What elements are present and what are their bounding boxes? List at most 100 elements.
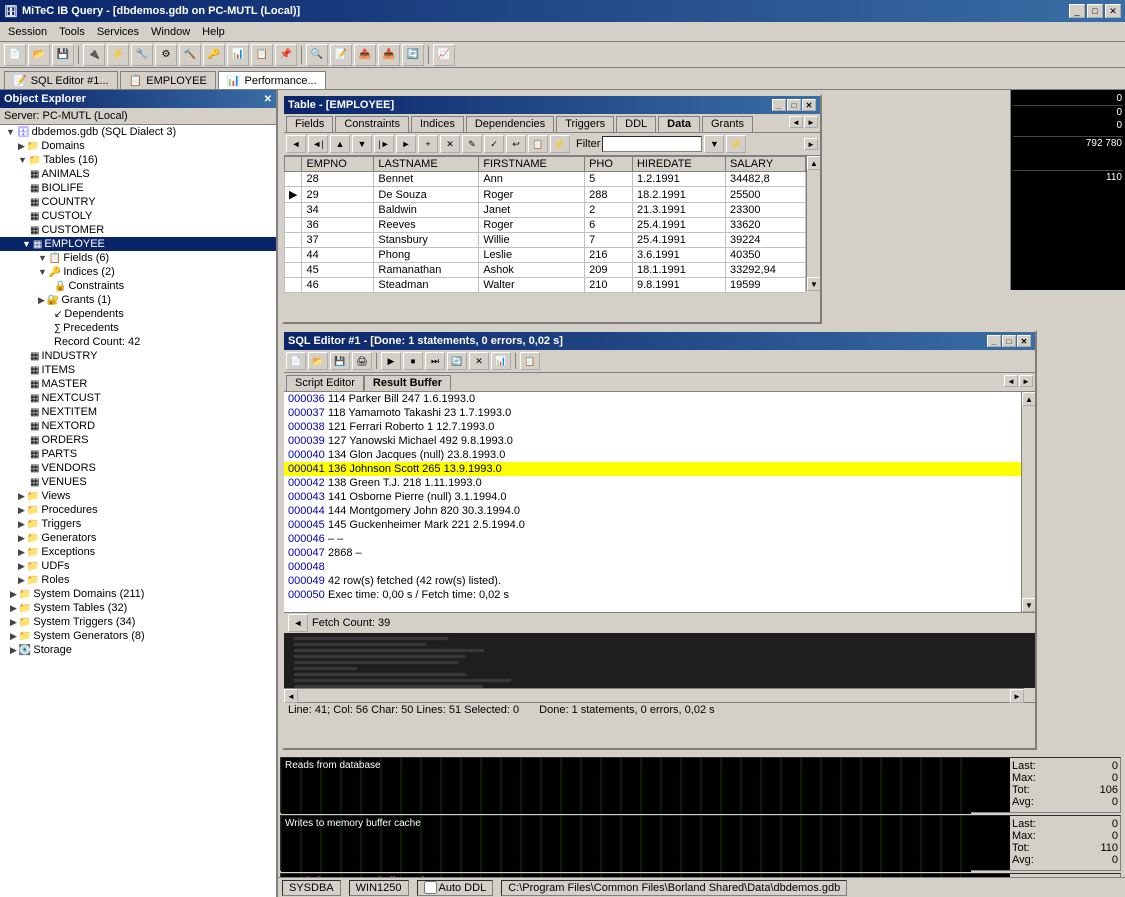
col-pho[interactable]: PHO	[585, 157, 633, 172]
col-lastname[interactable]: LASTNAME	[374, 157, 479, 172]
cell-salary[interactable]: 19599	[725, 278, 805, 293]
toolbar-btn7[interactable]: 📊	[227, 44, 249, 66]
tree-animals[interactable]: ▦ ANIMALS	[0, 167, 276, 181]
cell-hiredate[interactable]: 25.4.1991	[632, 233, 725, 248]
toolbar-btn4[interactable]: ⚙	[155, 44, 177, 66]
tab-sql-editor[interactable]: 📝 SQL Editor #1...	[4, 71, 118, 89]
col-firstname[interactable]: FIRSTNAME	[479, 157, 585, 172]
toolbar-disconnect[interactable]: ⚡	[107, 44, 129, 66]
table-scrollbar-v[interactable]: ▲ ▼	[806, 156, 820, 291]
menu-tools[interactable]: Tools	[53, 24, 91, 40]
tree-grants[interactable]: ▶ 🔐 Grants (1)	[0, 293, 276, 307]
result-list-item[interactable]: 000044144 Montgomery John 820 30.3.1994.…	[284, 504, 1021, 518]
cell-salary[interactable]: 25500	[725, 187, 805, 203]
tree-precedents[interactable]: ∑ Precedents	[0, 321, 276, 335]
toolbar-open[interactable]: 📂	[28, 44, 50, 66]
tab-fields[interactable]: Fields	[286, 116, 333, 132]
tree-tables[interactable]: ▼ 📁 Tables (16)	[0, 153, 276, 167]
result-list-item[interactable]: 000040134 Glon Jacques (null) 23.8.1993.…	[284, 448, 1021, 462]
cell-pho[interactable]: 209	[585, 263, 633, 278]
toolbar-btn10[interactable]: 🔍	[306, 44, 328, 66]
result-scrollbar-v[interactable]: ▲ ▼	[1021, 392, 1035, 612]
result-list-item[interactable]: 000036114 Parker Bill 247 1.6.1993.0	[284, 392, 1021, 406]
tree-dependents[interactable]: ↙ Dependents	[0, 307, 276, 321]
cell-pho[interactable]: 288	[585, 187, 633, 203]
sql-btn2[interactable]: ✕	[469, 352, 489, 370]
tree-triggers[interactable]: ▶ 📁 Triggers	[0, 517, 276, 531]
result-list-item[interactable]: 000048	[284, 560, 1021, 574]
table-win-minimize[interactable]: _	[772, 99, 786, 111]
tab-data[interactable]: Data	[658, 116, 700, 132]
cell-lastname[interactable]: Reeves	[374, 218, 479, 233]
result-scroll-up[interactable]: ▲	[1022, 392, 1035, 406]
tab-dependencies[interactable]: Dependencies	[466, 116, 554, 132]
tree-generators[interactable]: ▶ 📁 Generators	[0, 531, 276, 545]
scroll-up[interactable]: ▲	[807, 156, 820, 170]
tree-area[interactable]: ▼ 🗄 dbdemos.gdb (SQL Dialect 3) ▶ 📁 Doma…	[0, 125, 276, 897]
tree-customer[interactable]: ▦ CUSTOMER	[0, 223, 276, 237]
tab-performance[interactable]: 📊 Performance...	[218, 71, 326, 89]
sql-save[interactable]: 💾	[330, 352, 350, 370]
tab-constraints[interactable]: Constraints	[335, 116, 409, 132]
sql-win-maximize[interactable]: □	[1002, 335, 1016, 347]
sql-tab-next[interactable]: ►	[1019, 375, 1033, 387]
cell-salary[interactable]: 34482,8	[725, 172, 805, 187]
toolbar-btn12[interactable]: 📤	[354, 44, 376, 66]
scroll-left[interactable]: ◄	[284, 689, 298, 703]
cell-empno[interactable]: 36	[302, 218, 374, 233]
tbl-btn5[interactable]: |►	[374, 135, 394, 153]
tree-fields[interactable]: ▼ 📋 Fields (6)	[0, 251, 276, 265]
result-list-item[interactable]: 00004942 row(s) fetched (42 row(s) liste…	[284, 574, 1021, 588]
cell-lastname[interactable]: Baldwin	[374, 203, 479, 218]
cell-salary[interactable]: 33292,94	[725, 263, 805, 278]
fetch-back[interactable]: ◄	[288, 614, 308, 632]
cell-salary[interactable]: 33620	[725, 218, 805, 233]
result-list-item[interactable]: 000050Exec time: 0,00 s / Fetch time: 0,…	[284, 588, 1021, 602]
tab-ddl[interactable]: DDL	[616, 116, 656, 132]
tree-employee[interactable]: ▼ ▦ EMPLOYEE	[0, 237, 276, 251]
tbl-btn6[interactable]: ►	[396, 135, 416, 153]
cell-hiredate[interactable]: 18.1.1991	[632, 263, 725, 278]
tab-script-editor[interactable]: Script Editor	[286, 375, 364, 391]
menu-window[interactable]: Window	[145, 24, 196, 40]
tree-system-tables[interactable]: ▶ 📁 System Tables (32)	[0, 601, 276, 615]
tbl-btn13[interactable]: ⚡	[550, 135, 570, 153]
filter-input[interactable]	[602, 136, 702, 152]
cell-lastname[interactable]: Steadman	[374, 278, 479, 293]
cell-pho[interactable]: 216	[585, 248, 633, 263]
tree-items[interactable]: ▦ ITEMS	[0, 363, 276, 377]
tree-db-root[interactable]: ▼ 🗄 dbdemos.gdb (SQL Dialect 3)	[0, 125, 276, 139]
cell-lastname[interactable]: Ramanathan	[374, 263, 479, 278]
tbl-btn14[interactable]: ▼	[704, 135, 724, 153]
tree-storage[interactable]: ▶ 💽 Storage	[0, 643, 276, 657]
cell-hiredate[interactable]: 18.2.1991	[632, 187, 725, 203]
minimize-button[interactable]: _	[1069, 4, 1085, 18]
tab-indices[interactable]: Indices	[411, 116, 464, 132]
sql-btn3[interactable]: 📊	[491, 352, 511, 370]
scroll-down[interactable]: ▼	[807, 277, 820, 291]
toolbar-new[interactable]: 📄	[4, 44, 26, 66]
cell-salary[interactable]: 40350	[725, 248, 805, 263]
sql-scrollbar-h[interactable]: ◄ ►	[284, 688, 1024, 702]
tbl-btn8[interactable]: ✕	[440, 135, 460, 153]
cell-hiredate[interactable]: 3.6.1991	[632, 248, 725, 263]
tree-system-domains[interactable]: ▶ 📁 System Domains (211)	[0, 587, 276, 601]
nav-prev[interactable]: ◄	[789, 116, 803, 128]
result-list-item[interactable]: 000046– –	[284, 532, 1021, 546]
tree-indices[interactable]: ▼ 🔑 Indices (2)	[0, 265, 276, 279]
cell-lastname[interactable]: Phong	[374, 248, 479, 263]
sql-win-minimize[interactable]: _	[987, 335, 1001, 347]
toolbar-btn14[interactable]: 🔄	[402, 44, 424, 66]
menu-session[interactable]: Session	[2, 24, 53, 40]
tbl-btn2[interactable]: ◄|	[308, 135, 328, 153]
sql-step[interactable]: ⏭	[425, 352, 445, 370]
cell-salary[interactable]: 23300	[725, 203, 805, 218]
result-list-item[interactable]: 000041136 Johnson Scott 265 13.9.1993.0	[284, 462, 1021, 476]
cell-hiredate[interactable]: 21.3.1991	[632, 203, 725, 218]
tbl-btn1[interactable]: ◄	[286, 135, 306, 153]
cell-empno[interactable]: 46	[302, 278, 374, 293]
data-table-scroll[interactable]: EMPNO LASTNAME FIRSTNAME PHO HIREDATE SA…	[284, 156, 806, 293]
cell-empno[interactable]: 29	[302, 187, 374, 203]
sql-execute[interactable]: ▶	[381, 352, 401, 370]
sql-win-close[interactable]: ✕	[1017, 335, 1031, 347]
